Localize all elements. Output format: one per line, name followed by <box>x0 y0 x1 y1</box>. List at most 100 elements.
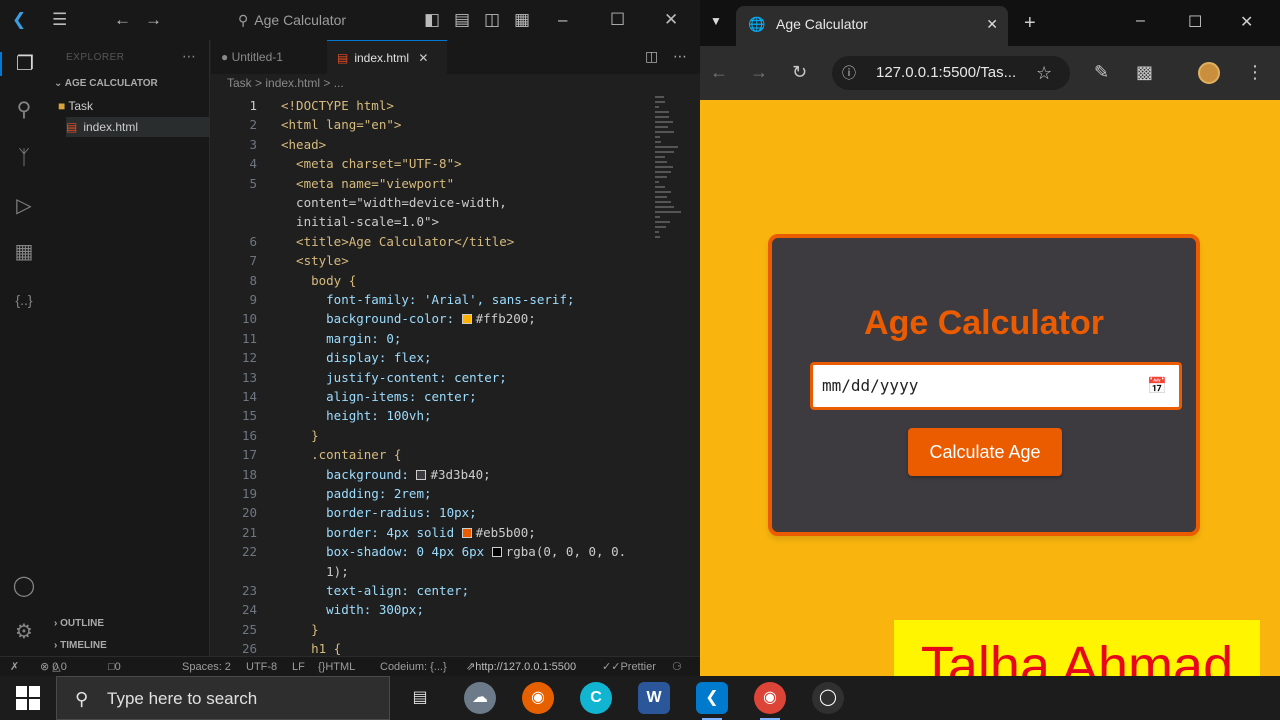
widgets-app-icon[interactable]: ☁ <box>464 682 496 714</box>
code-line[interactable]: initial-scale=1.0"> <box>211 212 651 231</box>
code-line[interactable]: 23 text-align: center; <box>211 581 651 600</box>
back-arrow-icon[interactable]: ← <box>710 61 728 83</box>
obs-app-icon[interactable]: ◯ <box>812 682 844 714</box>
ports-status[interactable]: □ 0 <box>108 657 121 677</box>
taskbar-search-box[interactable]: ⚲ Type here to search <box>56 676 390 720</box>
breadcrumb[interactable]: Task > index.html > ... <box>227 76 344 90</box>
new-tab-icon[interactable]: + <box>1024 12 1036 35</box>
tree-item-index-html[interactable]: ▤ index.html <box>66 117 210 137</box>
code-line[interactable]: 26 h1 { <box>211 639 651 656</box>
forward-arrow-icon[interactable]: → <box>750 61 768 83</box>
toggle-secondary-sidebar-icon[interactable]: ◫ <box>484 10 500 30</box>
code-line[interactable]: 11 margin: 0; <box>211 329 651 348</box>
color-swatch[interactable] <box>461 314 472 325</box>
code-line[interactable]: 14 align-items: center; <box>211 387 651 406</box>
code-line[interactable]: 22 box-shadow: 0 4px 6px rgba(0, 0, 0, 0… <box>211 542 651 561</box>
chrome-app-icon[interactable]: ◉ <box>754 682 786 720</box>
brackets-icon[interactable]: {..} <box>0 288 48 312</box>
code-line[interactable]: 3 <head> <box>211 135 651 154</box>
prettier-status[interactable]: ✓✓ Prettier <box>602 657 656 677</box>
firefox-app-icon[interactable]: ◉ <box>522 682 554 714</box>
outline-section[interactable]: › OUTLINE <box>54 618 104 629</box>
settings-gear-icon[interactable]: ⚙ <box>0 620 48 644</box>
tab-search-chevron-icon[interactable]: ▼ <box>710 14 722 28</box>
code-line[interactable]: 7 <style> <box>211 251 651 270</box>
bookmark-star-icon[interactable]: ☆ <box>1036 56 1052 90</box>
eol-status[interactable]: LF <box>292 657 305 677</box>
back-arrow-icon[interactable]: ← <box>114 10 131 30</box>
account-icon[interactable]: ◯ <box>0 574 48 598</box>
code-line[interactable]: 6 <title>Age Calculator</title> <box>211 232 651 251</box>
address-bar[interactable]: ⓘ 127.0.0.1:5500/Tas... ☆ <box>832 56 1070 90</box>
codeium-status[interactable]: Codeium: {...} <box>380 657 447 677</box>
close-icon[interactable]: ✕ <box>1240 12 1253 32</box>
timeline-section[interactable]: › TIMELINE <box>54 640 107 651</box>
maximize-icon[interactable]: ☐ <box>610 10 625 30</box>
vscode-app-icon[interactable]: ❮ <box>696 682 728 720</box>
minimap[interactable] <box>655 96 685 256</box>
task-view-icon[interactable]: ▤ <box>404 682 436 714</box>
command-center-search[interactable]: ⚲ Age Calculator <box>238 9 418 31</box>
workspace-folder[interactable]: ⌄ AGE CALCULATOR <box>54 78 158 89</box>
live-server-status[interactable]: ⇗ http://127.0.0.1:5500 <box>466 657 576 677</box>
indentation-status[interactable]: Spaces: 2 <box>182 657 231 677</box>
run-debug-icon[interactable]: ▷ <box>0 194 48 218</box>
notifications-bell-icon[interactable]: ⚆ <box>672 657 682 677</box>
windows-start-icon[interactable] <box>16 686 40 710</box>
code-line[interactable]: 12 display: flex; <box>211 348 651 367</box>
extensions-icon[interactable]: ▦ <box>0 240 48 264</box>
toggle-sidebar-icon[interactable]: ◧ <box>424 10 440 30</box>
code-line[interactable]: 13 justify-content: center; <box>211 368 651 387</box>
code-line[interactable]: 5 <meta name="viewport" <box>211 174 651 193</box>
date-of-birth-input[interactable]: mm/dd/yyyy 📅 <box>810 362 1182 410</box>
code-line[interactable]: 1); <box>211 562 651 581</box>
code-line[interactable]: 2 <html lang="en"> <box>211 115 651 134</box>
word-app-icon[interactable]: W <box>638 682 670 714</box>
code-line[interactable]: 21 border: 4px solid #eb5b00; <box>211 523 651 542</box>
color-swatch[interactable] <box>461 527 472 538</box>
tab-index-html[interactable]: ▤ index.html ✕ <box>327 40 447 74</box>
color-swatch[interactable] <box>491 547 502 558</box>
remote-icon[interactable]: ✗ <box>10 657 19 677</box>
calculate-age-button[interactable]: Calculate Age <box>908 428 1062 476</box>
chrome-tab-age-calculator[interactable]: 🌐 Age Calculator ✕ <box>736 6 1008 46</box>
eyedropper-extension-icon[interactable]: ✎ <box>1094 61 1109 83</box>
search-view-icon[interactable]: ⚲ <box>0 98 48 122</box>
color-swatch[interactable] <box>416 469 427 480</box>
code-line[interactable]: 16 } <box>211 426 651 445</box>
code-editor[interactable]: 1 <!DOCTYPE html> 2 <html lang="en"> 3 <head>… <box>211 96 651 656</box>
toggle-panel-icon[interactable]: ▤ <box>454 10 470 30</box>
minimize-icon[interactable]: – <box>1136 12 1145 30</box>
code-line[interactable]: 9 font-family: 'Arial', sans-serif; <box>211 290 651 309</box>
code-line[interactable]: 4 <meta charset="UTF-8"> <box>211 154 651 173</box>
explorer-icon[interactable]: ❐ <box>0 52 48 76</box>
problems-status[interactable]: ⊗ 0 △ 0 <box>40 657 67 677</box>
minimize-icon[interactable]: – <box>558 10 567 30</box>
tab-untitled-1[interactable]: ● Untitled-1 <box>211 40 327 74</box>
profile-avatar[interactable] <box>1198 62 1220 84</box>
calendar-icon[interactable]: 📅 <box>1147 365 1167 407</box>
code-line[interactable]: content="width=device-width, <box>211 193 651 212</box>
reload-icon[interactable]: ↻ <box>792 61 807 83</box>
code-line[interactable]: 19 padding: 2rem; <box>211 484 651 503</box>
code-line[interactable]: 1 <!DOCTYPE html> <box>211 96 651 115</box>
forward-arrow-icon[interactable]: → <box>145 10 162 30</box>
canva-app-icon[interactable]: C <box>580 682 612 714</box>
chrome-menu-icon[interactable]: ⋮ <box>1246 61 1264 83</box>
customize-layout-icon[interactable]: ▦ <box>514 10 530 30</box>
extensions-puzzle-icon[interactable]: ▩ <box>1136 61 1153 83</box>
tab-close-icon[interactable]: ✕ <box>418 51 428 65</box>
encoding-status[interactable]: UTF-8 <box>246 657 277 677</box>
code-line[interactable]: 10 background-color: #ffb200; <box>211 309 651 328</box>
code-line[interactable]: 15 height: 100vh; <box>211 406 651 425</box>
editor-more-icon[interactable]: ⋯ <box>673 48 687 65</box>
close-icon[interactable]: ✕ <box>664 10 678 30</box>
site-info-icon[interactable]: ⓘ <box>842 56 856 90</box>
menu-icon[interactable]: ☰ <box>52 10 67 30</box>
language-status[interactable]: {} HTML <box>318 657 355 677</box>
code-line[interactable]: 8 body { <box>211 271 651 290</box>
source-control-icon[interactable]: ᛉ <box>0 146 48 170</box>
code-line[interactable]: 18 background: #3d3b40; <box>211 465 651 484</box>
code-line[interactable]: 25 } <box>211 620 651 639</box>
split-editor-icon[interactable]: ◫ <box>645 48 658 65</box>
